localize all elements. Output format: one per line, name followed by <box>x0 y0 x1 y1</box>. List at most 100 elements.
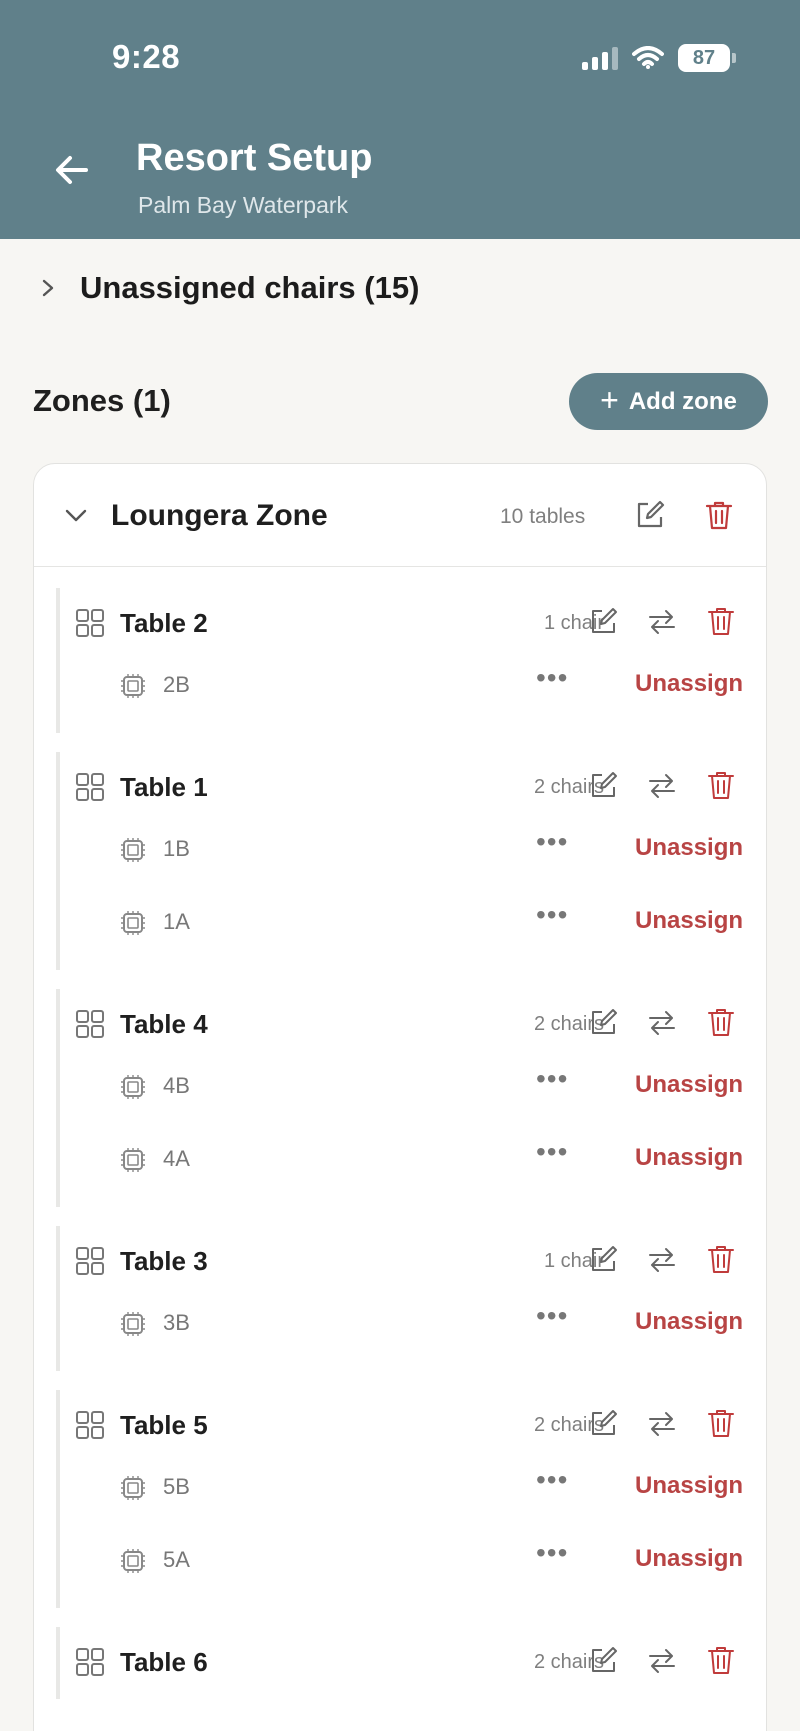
more-options-icon[interactable]: ••• <box>536 1539 568 1567</box>
delete-table-icon[interactable] <box>705 769 737 801</box>
edit-zone-icon[interactable] <box>633 498 667 532</box>
battery-icon: 87 <box>678 44 736 72</box>
table-chair-count: 2 chairs <box>533 1013 604 1035</box>
more-options-icon[interactable]: ••• <box>536 664 568 692</box>
table-grid-icon <box>75 1647 105 1677</box>
table-block: Table 6 2 chairs <box>56 1627 746 1699</box>
chair-label: 5A <box>163 1547 190 1572</box>
edit-table-icon[interactable] <box>588 1644 620 1676</box>
table-chair-count: 1 chair <box>543 612 604 634</box>
table-block: Table 1 2 chairs 1B ••• Unassign 1A ••• Unassig… <box>56 752 746 970</box>
chair-label: 1B <box>163 836 190 861</box>
chair-label: 3B <box>163 1310 190 1335</box>
table-row[interactable]: Table 1 2 chairs <box>60 752 746 824</box>
edit-table-icon[interactable] <box>588 1407 620 1439</box>
more-options-icon[interactable]: ••• <box>536 828 568 856</box>
chair-row: 4B ••• Unassign <box>60 1061 746 1134</box>
chair-row: 5B ••• Unassign <box>60 1462 746 1535</box>
table-grid-icon <box>75 772 105 802</box>
zone-card: Loungera Zone 10 tables Table 2 1 chair 2B… <box>33 463 767 1731</box>
delete-table-icon[interactable] <box>705 605 737 637</box>
add-zone-button[interactable]: + Add zone <box>569 373 768 430</box>
plus-icon: + <box>600 382 619 418</box>
chair-label: 1A <box>163 909 190 934</box>
zone-name: Loungera Zone <box>111 499 328 532</box>
table-name: Table 2 <box>120 608 208 638</box>
more-options-icon[interactable]: ••• <box>536 1302 568 1330</box>
status-icons: 87 <box>582 44 736 72</box>
chair-chip-icon <box>119 672 147 700</box>
chair-row: 5A ••• Unassign <box>60 1535 746 1608</box>
table-name: Table 3 <box>120 1246 208 1276</box>
back-arrow-icon[interactable] <box>52 150 92 190</box>
table-row[interactable]: Table 3 1 chair <box>60 1226 746 1298</box>
unassign-button[interactable]: Unassign <box>635 670 743 698</box>
add-zone-label: Add zone <box>628 387 737 415</box>
unassign-button[interactable]: Unassign <box>635 1071 743 1099</box>
chair-row: 2B ••• Unassign <box>60 660 746 733</box>
zone-header[interactable]: Loungera Zone 10 tables <box>34 464 766 567</box>
table-grid-icon <box>75 1009 105 1039</box>
delete-table-icon[interactable] <box>705 1644 737 1676</box>
table-row[interactable]: Table 4 2 chairs <box>60 989 746 1061</box>
table-grid-icon <box>75 1410 105 1440</box>
chair-label: 4A <box>163 1146 190 1171</box>
chair-chip-icon <box>119 909 147 937</box>
chair-chip-icon <box>119 1474 147 1502</box>
more-options-icon[interactable]: ••• <box>536 1466 568 1494</box>
table-block: Table 5 2 chairs 5B ••• Unassign 5A ••• Unassig… <box>56 1390 746 1608</box>
delete-table-icon[interactable] <box>705 1006 737 1038</box>
move-table-icon[interactable] <box>646 1409 678 1439</box>
table-block: Table 2 1 chair 2B ••• Unassign <box>56 588 746 733</box>
table-name: Table 4 <box>120 1009 208 1039</box>
chair-row: 3B ••• Unassign <box>60 1298 746 1371</box>
edit-table-icon[interactable] <box>588 1006 620 1038</box>
signal-icon <box>582 46 618 70</box>
table-name: Table 6 <box>120 1647 208 1677</box>
unassign-button[interactable]: Unassign <box>635 907 743 935</box>
more-options-icon[interactable]: ••• <box>536 901 568 929</box>
table-chair-count: 2 chairs <box>533 776 604 798</box>
unassign-button[interactable]: Unassign <box>635 1308 743 1336</box>
wifi-icon <box>632 46 664 69</box>
table-name: Table 1 <box>120 772 208 802</box>
more-options-icon[interactable]: ••• <box>536 1065 568 1093</box>
move-table-icon[interactable] <box>646 1008 678 1038</box>
chair-chip-icon <box>119 1310 147 1338</box>
chevron-down-icon[interactable] <box>64 504 88 528</box>
unassign-button[interactable]: Unassign <box>635 1545 743 1573</box>
page-title: Resort Setup <box>136 137 373 179</box>
edit-table-icon[interactable] <box>588 1243 620 1275</box>
table-row[interactable]: Table 6 2 chairs <box>60 1627 746 1699</box>
move-table-icon[interactable] <box>646 607 678 637</box>
table-grid-icon <box>75 608 105 638</box>
chair-label: 5B <box>163 1474 190 1499</box>
table-block: Table 3 1 chair 3B ••• Unassign <box>56 1226 746 1371</box>
edit-table-icon[interactable] <box>588 769 620 801</box>
unassign-button[interactable]: Unassign <box>635 1472 743 1500</box>
zones-heading: Zones (1) <box>33 383 171 418</box>
unassigned-chairs-toggle[interactable]: Unassigned chairs (15) <box>38 270 419 306</box>
move-table-icon[interactable] <box>646 771 678 801</box>
unassign-button[interactable]: Unassign <box>635 834 743 862</box>
table-grid-icon <box>75 1246 105 1276</box>
chair-label: 2B <box>163 672 190 697</box>
chair-row: 1B ••• Unassign <box>60 824 746 897</box>
delete-zone-icon[interactable] <box>702 498 736 532</box>
more-options-icon[interactable]: ••• <box>536 1138 568 1166</box>
delete-table-icon[interactable] <box>705 1407 737 1439</box>
move-table-icon[interactable] <box>646 1646 678 1676</box>
zone-table-count: 10 tables <box>500 505 586 528</box>
edit-table-icon[interactable] <box>588 605 620 637</box>
unassign-button[interactable]: Unassign <box>635 1144 743 1172</box>
page-subtitle: Palm Bay Waterpark <box>138 192 349 218</box>
status-time: 9:28 <box>112 38 181 75</box>
chevron-right-icon <box>42 279 54 297</box>
chair-label: 4B <box>163 1073 190 1098</box>
delete-table-icon[interactable] <box>705 1243 737 1275</box>
table-chair-count: 2 chairs <box>533 1414 604 1436</box>
move-table-icon[interactable] <box>646 1245 678 1275</box>
app-header: 9:28 87 Resort Setup Palm Bay Waterpark <box>0 0 800 239</box>
table-row[interactable]: Table 2 1 chair <box>60 588 746 660</box>
table-row[interactable]: Table 5 2 chairs <box>60 1390 746 1462</box>
